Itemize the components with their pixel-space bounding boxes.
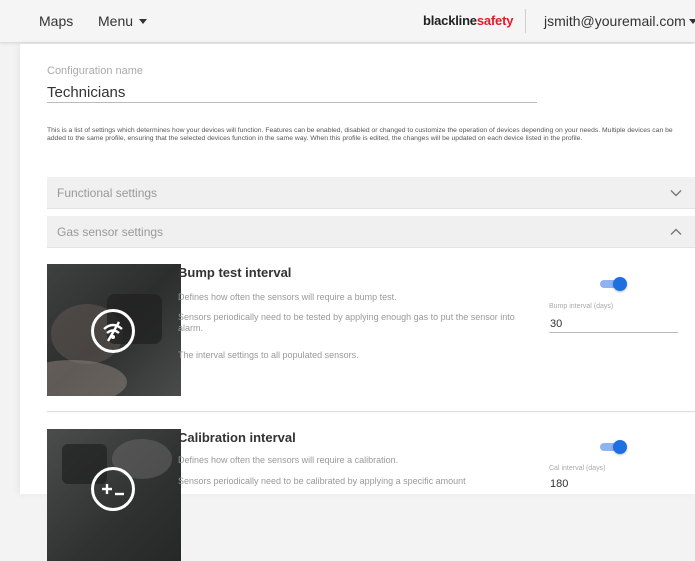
toggle-knob <box>613 277 627 291</box>
bump-test-desc-3: The interval settings to all populated s… <box>178 350 359 360</box>
accordion-functional-label: Functional settings <box>57 186 158 200</box>
chevron-down-icon <box>670 190 682 197</box>
accordion-gas-sensor-label: Gas sensor settings <box>57 225 164 239</box>
calibration-icon <box>91 467 135 511</box>
nav-menu-dropdown[interactable]: Menu <box>98 13 148 29</box>
accordion-functional-settings[interactable]: Functional settings <box>47 177 695 209</box>
calibration-desc-1: Defines how often the sensors will requi… <box>178 455 399 465</box>
brand-logo[interactable]: blacklinesafety <box>423 13 513 28</box>
calibration-desc-2: Sensors periodically need to be calibrat… <box>178 476 466 486</box>
nav-menu-label: Menu <box>98 13 134 29</box>
brand-logo-part2: safety <box>476 13 514 28</box>
user-email: jsmith@youremail.com <box>544 13 686 29</box>
calibration-toggle[interactable] <box>600 440 627 454</box>
accordion-gas-sensor-settings[interactable]: Gas sensor settings <box>47 216 695 248</box>
top-nav-bar: Maps Menu blacklinesafety jsmith@yourema… <box>0 0 695 43</box>
calibration-image <box>47 429 181 561</box>
cal-interval-label: Cal interval (days) <box>549 465 606 472</box>
nav-separator <box>525 9 526 33</box>
user-account-dropdown[interactable]: jsmith@youremail.com <box>544 13 695 29</box>
caret-down-icon <box>139 19 148 24</box>
chevron-up-icon <box>670 228 682 235</box>
profile-card: Configuration name Technicians This is a… <box>20 44 695 561</box>
profile-description: This is a list of settings which determi… <box>47 127 673 143</box>
bump-test-desc-1: Defines how often the sensors will requi… <box>178 292 397 302</box>
config-name-label: Configuration name <box>47 65 144 77</box>
nav-maps-link[interactable]: Maps <box>39 13 73 29</box>
caret-down-icon <box>688 19 695 24</box>
bump-interval-underline <box>549 332 678 333</box>
config-name-underline <box>47 102 537 103</box>
no-gas-icon <box>91 309 135 353</box>
bump-test-image <box>47 264 181 396</box>
section-divider <box>47 411 695 412</box>
cal-interval-input[interactable]: 180 <box>550 478 568 490</box>
bump-test-title: Bump test interval <box>178 265 292 280</box>
brand-logo-part1: blackline <box>423 13 477 28</box>
bump-interval-label: Bump interval (days) <box>549 303 614 310</box>
bump-interval-input[interactable]: 30 <box>550 318 562 330</box>
bump-test-desc-2: Sensors periodically need to be tested b… <box>178 312 515 333</box>
calibration-title: Calibration interval <box>178 430 296 445</box>
bump-test-toggle[interactable] <box>600 277 627 291</box>
toggle-knob <box>613 440 627 454</box>
config-name-input[interactable]: Technicians <box>47 84 125 101</box>
